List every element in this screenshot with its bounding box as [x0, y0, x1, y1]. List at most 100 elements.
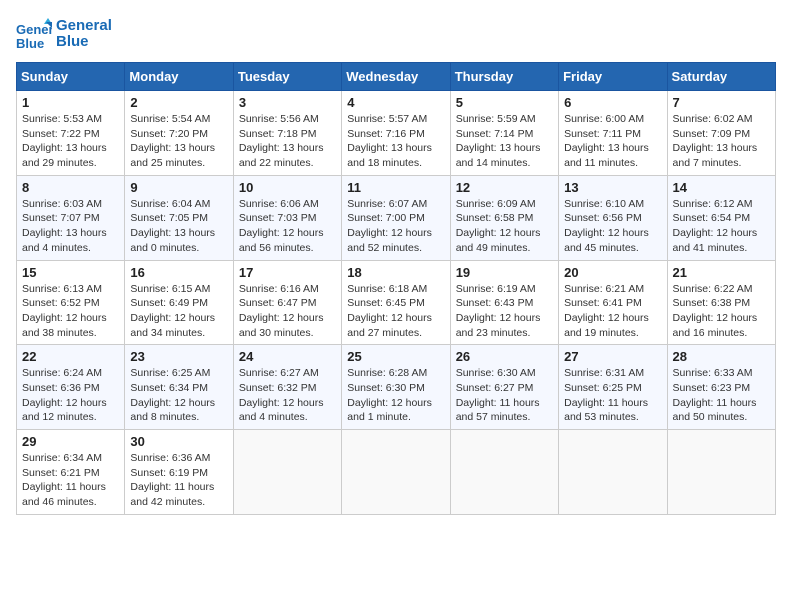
day-number: 12	[456, 180, 553, 195]
day-number: 13	[564, 180, 661, 195]
day-number: 5	[456, 95, 553, 110]
day-info: Sunrise: 6:25 AM Sunset: 6:34 PM Dayligh…	[130, 366, 227, 425]
day-info: Sunrise: 6:34 AM Sunset: 6:21 PM Dayligh…	[22, 451, 119, 510]
day-info: Sunrise: 6:16 AM Sunset: 6:47 PM Dayligh…	[239, 282, 336, 341]
day-info: Sunrise: 6:06 AM Sunset: 7:03 PM Dayligh…	[239, 197, 336, 256]
calendar-cell	[450, 430, 558, 515]
day-info: Sunrise: 6:21 AM Sunset: 6:41 PM Dayligh…	[564, 282, 661, 341]
day-info: Sunrise: 6:22 AM Sunset: 6:38 PM Dayligh…	[673, 282, 770, 341]
day-info: Sunrise: 6:09 AM Sunset: 6:58 PM Dayligh…	[456, 197, 553, 256]
day-info: Sunrise: 6:18 AM Sunset: 6:45 PM Dayligh…	[347, 282, 444, 341]
day-number: 27	[564, 349, 661, 364]
calendar-cell	[233, 430, 341, 515]
calendar-cell: 12 Sunrise: 6:09 AM Sunset: 6:58 PM Dayli…	[450, 175, 558, 260]
day-info: Sunrise: 6:31 AM Sunset: 6:25 PM Dayligh…	[564, 366, 661, 425]
day-header-monday: Monday	[125, 63, 233, 91]
calendar-table: SundayMondayTuesdayWednesdayThursdayFrid…	[16, 62, 776, 515]
calendar-cell: 23 Sunrise: 6:25 AM Sunset: 6:34 PM Dayli…	[125, 345, 233, 430]
day-info: Sunrise: 6:02 AM Sunset: 7:09 PM Dayligh…	[673, 112, 770, 171]
day-info: Sunrise: 6:07 AM Sunset: 7:00 PM Dayligh…	[347, 197, 444, 256]
day-number: 11	[347, 180, 444, 195]
day-number: 6	[564, 95, 661, 110]
calendar-cell: 26 Sunrise: 6:30 AM Sunset: 6:27 PM Dayli…	[450, 345, 558, 430]
day-number: 23	[130, 349, 227, 364]
calendar-cell	[559, 430, 667, 515]
calendar-cell: 8 Sunrise: 6:03 AM Sunset: 7:07 PM Daylig…	[17, 175, 125, 260]
day-number: 20	[564, 265, 661, 280]
day-number: 17	[239, 265, 336, 280]
calendar-cell: 2 Sunrise: 5:54 AM Sunset: 7:20 PM Daylig…	[125, 91, 233, 176]
day-number: 28	[673, 349, 770, 364]
calendar-cell: 11 Sunrise: 6:07 AM Sunset: 7:00 PM Dayli…	[342, 175, 450, 260]
logo-icon: General Blue	[16, 16, 52, 52]
day-info: Sunrise: 5:57 AM Sunset: 7:16 PM Dayligh…	[347, 112, 444, 171]
day-number: 24	[239, 349, 336, 364]
day-number: 22	[22, 349, 119, 364]
day-header-tuesday: Tuesday	[233, 63, 341, 91]
day-info: Sunrise: 6:03 AM Sunset: 7:07 PM Dayligh…	[22, 197, 119, 256]
day-info: Sunrise: 5:54 AM Sunset: 7:20 PM Dayligh…	[130, 112, 227, 171]
calendar-cell: 5Sunrise: 5:59 AM Sunset: 7:14 PM Daylig…	[450, 91, 558, 176]
calendar-cell: 15Sunrise: 6:13 AM Sunset: 6:52 PM Dayli…	[17, 260, 125, 345]
day-info: Sunrise: 5:53 AM Sunset: 7:22 PM Dayligh…	[22, 112, 119, 171]
day-info: Sunrise: 5:56 AM Sunset: 7:18 PM Dayligh…	[239, 112, 336, 171]
day-number: 26	[456, 349, 553, 364]
day-number: 19	[456, 265, 553, 280]
day-number: 4	[347, 95, 444, 110]
day-info: Sunrise: 6:15 AM Sunset: 6:49 PM Dayligh…	[130, 282, 227, 341]
week-row-5: 29 Sunrise: 6:34 AM Sunset: 6:21 PM Dayli…	[17, 430, 776, 515]
calendar-cell: 30Sunrise: 6:36 AM Sunset: 6:19 PM Dayli…	[125, 430, 233, 515]
calendar-cell: 17 Sunrise: 6:16 AM Sunset: 6:47 PM Dayli…	[233, 260, 341, 345]
header: General Blue General Blue	[16, 16, 776, 52]
day-number: 18	[347, 265, 444, 280]
day-info: Sunrise: 6:27 AM Sunset: 6:32 PM Dayligh…	[239, 366, 336, 425]
calendar-cell: 27 Sunrise: 6:31 AM Sunset: 6:25 PM Dayli…	[559, 345, 667, 430]
day-number: 29	[22, 434, 119, 449]
day-number: 21	[673, 265, 770, 280]
day-info: Sunrise: 6:24 AM Sunset: 6:36 PM Dayligh…	[22, 366, 119, 425]
week-row-4: 22 Sunrise: 6:24 AM Sunset: 6:36 PM Dayli…	[17, 345, 776, 430]
calendar-cell	[342, 430, 450, 515]
day-info: Sunrise: 6:04 AM Sunset: 7:05 PM Dayligh…	[130, 197, 227, 256]
day-number: 7	[673, 95, 770, 110]
calendar-cell: 19Sunrise: 6:19 AM Sunset: 6:43 PM Dayli…	[450, 260, 558, 345]
svg-text:Blue: Blue	[16, 36, 44, 51]
svg-text:General: General	[16, 22, 52, 37]
day-number: 2	[130, 95, 227, 110]
calendar-cell: 16 Sunrise: 6:15 AM Sunset: 6:49 PM Dayli…	[125, 260, 233, 345]
calendar-cell: 7 Sunrise: 6:02 AM Sunset: 7:09 PM Daylig…	[667, 91, 775, 176]
week-row-2: 8 Sunrise: 6:03 AM Sunset: 7:07 PM Daylig…	[17, 175, 776, 260]
calendar-cell: 6 Sunrise: 6:00 AM Sunset: 7:11 PM Daylig…	[559, 91, 667, 176]
day-info: Sunrise: 6:13 AM Sunset: 6:52 PM Dayligh…	[22, 282, 119, 341]
day-info: Sunrise: 6:10 AM Sunset: 6:56 PM Dayligh…	[564, 197, 661, 256]
day-number: 1	[22, 95, 119, 110]
day-number: 25	[347, 349, 444, 364]
logo-blue: Blue	[56, 34, 112, 51]
calendar-cell: 4 Sunrise: 5:57 AM Sunset: 7:16 PM Daylig…	[342, 91, 450, 176]
day-number: 3	[239, 95, 336, 110]
day-info: Sunrise: 6:00 AM Sunset: 7:11 PM Dayligh…	[564, 112, 661, 171]
day-header-thursday: Thursday	[450, 63, 558, 91]
day-info: Sunrise: 6:28 AM Sunset: 6:30 PM Dayligh…	[347, 366, 444, 425]
calendar-cell: 28Sunrise: 6:33 AM Sunset: 6:23 PM Dayli…	[667, 345, 775, 430]
calendar-cell: 21 Sunrise: 6:22 AM Sunset: 6:38 PM Dayli…	[667, 260, 775, 345]
day-header-saturday: Saturday	[667, 63, 775, 91]
calendar-cell: 9Sunrise: 6:04 AM Sunset: 7:05 PM Daylig…	[125, 175, 233, 260]
calendar-cell: 10 Sunrise: 6:06 AM Sunset: 7:03 PM Dayli…	[233, 175, 341, 260]
day-number: 14	[673, 180, 770, 195]
calendar-cell: 3 Sunrise: 5:56 AM Sunset: 7:18 PM Daylig…	[233, 91, 341, 176]
day-info: Sunrise: 6:12 AM Sunset: 6:54 PM Dayligh…	[673, 197, 770, 256]
day-number: 16	[130, 265, 227, 280]
calendar-cell: 13 Sunrise: 6:10 AM Sunset: 6:56 PM Dayli…	[559, 175, 667, 260]
day-info: Sunrise: 6:36 AM Sunset: 6:19 PM Dayligh…	[130, 451, 227, 510]
calendar-cell: 29 Sunrise: 6:34 AM Sunset: 6:21 PM Dayli…	[17, 430, 125, 515]
calendar-cell: 14 Sunrise: 6:12 AM Sunset: 6:54 PM Dayli…	[667, 175, 775, 260]
day-number: 10	[239, 180, 336, 195]
calendar-cell	[667, 430, 775, 515]
day-number: 8	[22, 180, 119, 195]
logo-general: General	[56, 18, 112, 35]
calendar-cell: 18 Sunrise: 6:18 AM Sunset: 6:45 PM Dayli…	[342, 260, 450, 345]
week-row-3: 15Sunrise: 6:13 AM Sunset: 6:52 PM Dayli…	[17, 260, 776, 345]
calendar-cell: 25 Sunrise: 6:28 AM Sunset: 6:30 PM Dayli…	[342, 345, 450, 430]
day-info: Sunrise: 6:30 AM Sunset: 6:27 PM Dayligh…	[456, 366, 553, 425]
